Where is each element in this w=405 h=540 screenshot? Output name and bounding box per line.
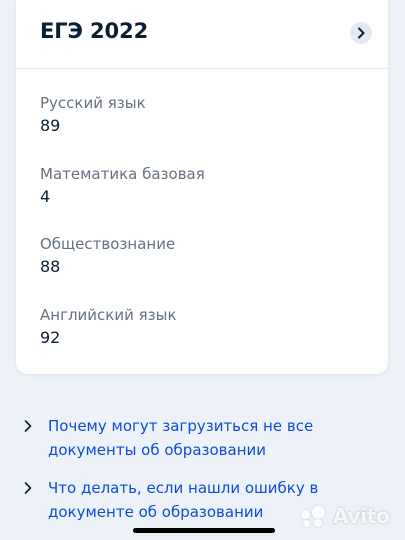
avito-logo-icon [301,506,331,528]
exam-results-card: ЕГЭ 2022 Русский язык 89 Математика базо… [16,0,388,374]
subject-name: Английский язык [40,306,177,324]
subject-score: 92 [40,328,61,347]
help-link-label[interactable]: Почему могут загрузиться не все документ… [48,414,388,462]
home-indicator[interactable] [133,528,275,533]
result-item: Обществознание 88 [40,234,360,277]
card-header[interactable]: ЕГЭ 2022 [16,0,388,69]
result-item: Русский язык 89 [40,93,360,136]
subject-name: Русский язык [40,94,146,112]
card-title: ЕГЭ 2022 [40,19,149,43]
subject-name: Математика базовая [40,165,205,183]
result-item: Английский язык 92 [40,305,360,348]
subject-score: 88 [40,257,61,276]
subject-score: 89 [40,116,61,135]
subject-name: Обществознание [40,235,176,253]
avito-watermark: Avito [301,502,401,530]
chevron-right-icon [24,482,32,494]
result-item: Математика базовая 4 [40,164,360,207]
watermark-text: Avito [333,504,390,528]
chevron-right-icon [24,420,32,432]
expand-button[interactable] [350,22,372,44]
chevron-right-icon [358,27,365,39]
subject-score: 4 [40,187,51,206]
